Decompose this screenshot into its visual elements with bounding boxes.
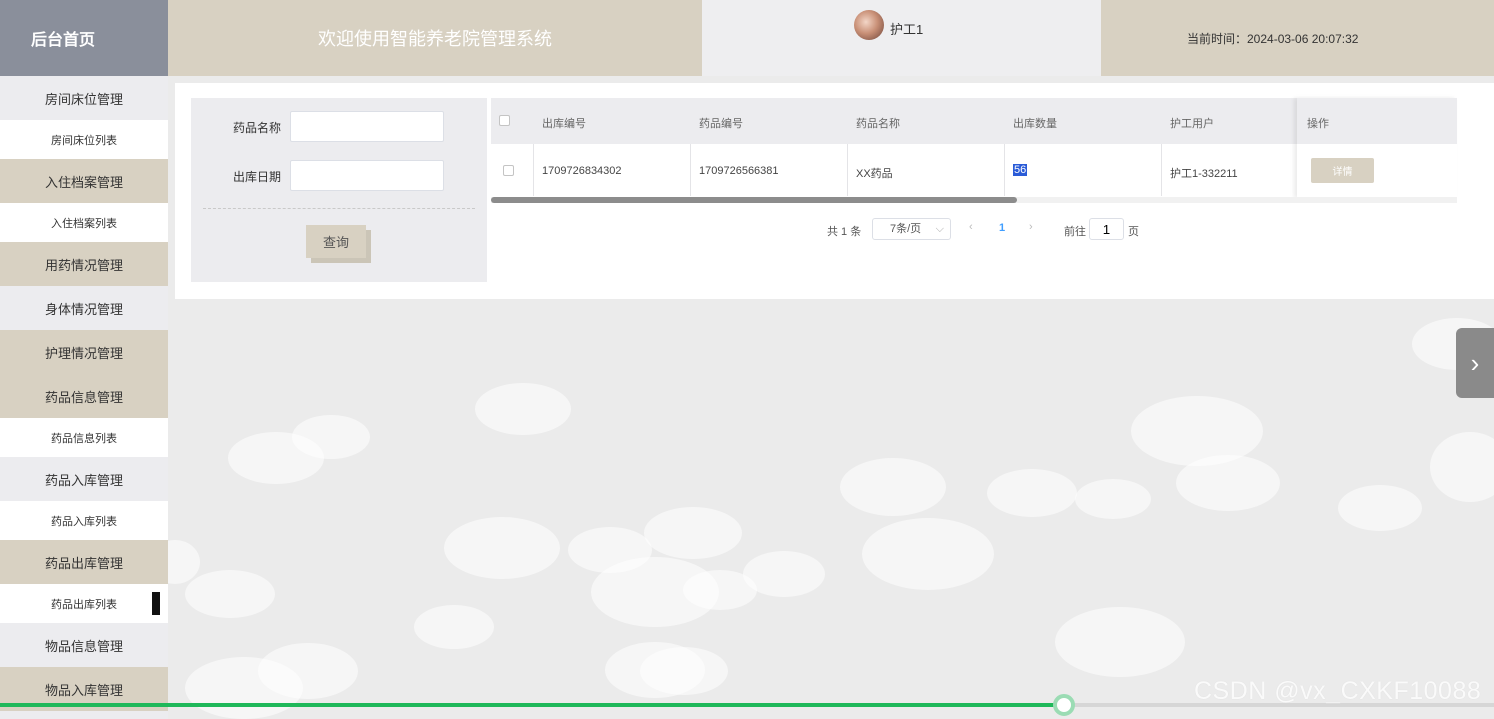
top-header: 欢迎使用智能养老院管理系统 护工1 当前时间：2024-03-06 20:07:… [168, 0, 1494, 76]
cell-drug-no: 1709726566381 [699, 165, 779, 177]
sidebar-item-label: 物品信息管理 [44, 638, 123, 654]
col-drug-name[interactable]: 药品名称 [856, 115, 900, 131]
side-panel-toggle[interactable]: › [1456, 328, 1494, 398]
form-divider [203, 208, 475, 209]
sidebar-item-label: 药品信息管理 [44, 389, 123, 405]
sidebar-menu: 房间床位管理 房间床位列表 入住档案管理 入住档案列表 用药情况管理 身体情况管理 护理情况… [0, 76, 168, 711]
sidebar-item-label: 身体情况管理 [44, 301, 123, 317]
mouse-cursor-icon [1082, 175, 1094, 189]
sidebar-item-label: 药品信息列表 [51, 432, 117, 445]
pagination: 共 1 条 7条/页 ⌵ ‹ 1 › 前往 页 [491, 217, 1457, 241]
drug-name-label: 药品名称 [233, 121, 282, 135]
sidebar-item[interactable]: 药品入库列表 [0, 501, 168, 540]
page-size-value: 7条/页 [890, 223, 922, 235]
chevron-left-icon[interactable]: ‹ [969, 221, 973, 233]
sidebar-item-label: 房间床位列表 [51, 134, 117, 147]
outbound-date-input[interactable] [290, 160, 444, 191]
cell-quantity: 56 [1013, 164, 1028, 176]
row-checkbox[interactable] [503, 165, 514, 176]
outbound-date-row: 出库日期 [191, 160, 487, 192]
sidebar-item[interactable]: 药品入库管理 [0, 457, 168, 501]
sidebar-item[interactable]: 入住档案列表 [0, 203, 168, 242]
sidebar: 后台首页 房间床位管理 房间床位列表 入住档案管理 入住档案列表 用药情况管理 身体情况管… [0, 0, 168, 719]
pager-goto-label: 前往 [1064, 226, 1086, 238]
search-panel: 药品名称 出库日期 查询 [191, 98, 487, 282]
sidebar-item[interactable]: 身体情况管理 [0, 286, 168, 330]
pager-total: 共 1 条 [827, 226, 862, 238]
sidebar-item[interactable]: 房间床位列表 [0, 120, 168, 159]
welcome-banner: 欢迎使用智能养老院管理系统 [168, 0, 702, 76]
sidebar-item-label: 房间床位管理 [44, 91, 123, 107]
pager-goto-input[interactable] [1089, 218, 1124, 240]
sidebar-item-label: 用药情况管理 [44, 257, 123, 273]
sidebar-item-label: 药品出库管理 [44, 555, 123, 571]
sidebar-item-label: 入住档案管理 [44, 174, 123, 190]
table-scrollbar-thumb[interactable] [491, 197, 1017, 203]
col-quantity[interactable]: 出库数量 [1013, 115, 1057, 131]
sidebar-item[interactable]: 用药情况管理 [0, 242, 168, 286]
chevron-down-icon: ⌵ [935, 223, 944, 235]
sidebar-home-link[interactable]: 后台首页 [0, 0, 168, 76]
sidebar-item-label: 入住档案列表 [51, 217, 117, 230]
sidebar-item[interactable]: 护理情况管理 [0, 330, 168, 374]
chevron-right-icon: › [1470, 347, 1480, 378]
page-size-select[interactable]: 7条/页 ⌵ [872, 218, 951, 240]
col-drug-no[interactable]: 药品编号 [699, 115, 743, 131]
query-button[interactable]: 查询 [306, 225, 366, 258]
pager-unit-label: 页 [1128, 226, 1139, 238]
chevron-right-icon[interactable]: › [1029, 221, 1033, 233]
username[interactable]: 护工1 [890, 19, 923, 38]
cell-drug-name: XX药品 [856, 168, 893, 180]
sidebar-item-label: 护理情况管理 [44, 345, 123, 361]
sidebar-item[interactable]: 药品信息列表 [0, 418, 168, 457]
sidebar-item-label: 药品出库列表 [51, 598, 117, 611]
watermark: CSDN @vx_CXKF10088 [1194, 677, 1482, 705]
current-time: 当前时间：2024-03-06 20:07:32 [1101, 0, 1494, 76]
user-info: 护工1 [702, 0, 1101, 76]
fixed-actions-column [1297, 98, 1457, 198]
outbound-date-label: 出库日期 [233, 170, 282, 184]
col-outbound-no[interactable]: 出库编号 [542, 115, 586, 131]
sidebar-item[interactable]: 药品出库列表 [0, 584, 168, 623]
active-indicator [152, 592, 160, 615]
col-nurse-user[interactable]: 护工用户 [1170, 115, 1214, 131]
drug-name-row: 药品名称 [191, 111, 487, 143]
sidebar-item[interactable]: 房间床位管理 [0, 76, 168, 120]
sidebar-item[interactable]: 入住档案管理 [0, 159, 168, 203]
sidebar-item[interactable]: 药品信息管理 [0, 374, 168, 418]
sidebar-item[interactable]: 物品信息管理 [0, 623, 168, 667]
outbound-table: 出库编号 药品编号 药品名称 出库数量 护工用户 操作 170972683430… [491, 98, 1457, 203]
sidebar-item-label: 药品入库列表 [51, 515, 117, 528]
video-progress-fill [0, 703, 1064, 707]
sidebar-item-label: 药品入库管理 [44, 472, 123, 488]
pager-current-page[interactable]: 1 [999, 222, 1005, 234]
sidebar-item[interactable]: 药品出库管理 [0, 540, 168, 584]
main-panel: 药品名称 出库日期 查询 出库编号 药品编号 药品名称 出库数量 护工用户 操作… [175, 83, 1494, 299]
user-avatar[interactable] [854, 10, 884, 40]
sidebar-item-label: 物品入库管理 [44, 682, 123, 698]
select-all-checkbox[interactable] [499, 115, 510, 126]
cell-nurse-user: 护工1-332211 [1170, 168, 1238, 180]
drug-name-input[interactable] [290, 111, 444, 142]
cell-outbound-no: 1709726834302 [542, 165, 622, 177]
detail-button[interactable]: 详情 [1311, 158, 1374, 183]
video-progress-handle[interactable] [1053, 694, 1075, 716]
